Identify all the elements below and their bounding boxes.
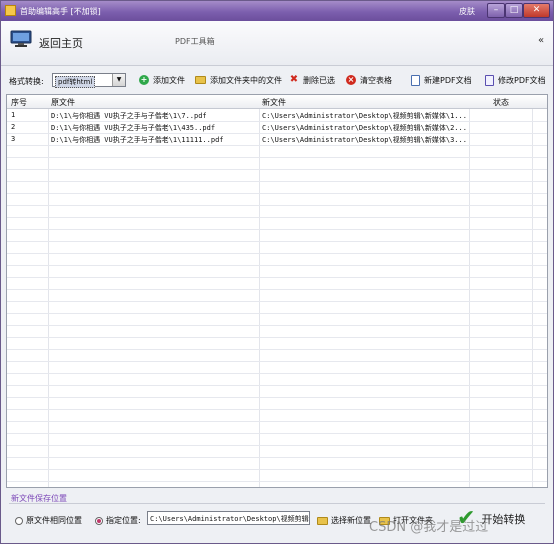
maximize-button[interactable]: □ (505, 3, 523, 18)
file-table[interactable]: 序号 原文件 新文件 状态 1 D:\1\与你相遇 VU执子之手与子偕老\1\7.… (6, 94, 548, 488)
folder-icon (195, 76, 206, 84)
column-header-no[interactable]: 序号 (11, 97, 27, 108)
home-button[interactable]: 返回主页 (39, 35, 83, 51)
column-header-status[interactable]: 状态 (493, 97, 509, 108)
cell-source: D:\1\与你相遇 VU执子之手与子偕老\1\7..pdf (51, 112, 207, 120)
column-header-source[interactable]: 原文件 (51, 97, 75, 108)
delete-selected-button[interactable]: ✖ 删除已选 (289, 74, 335, 86)
skin-button[interactable]: 皮肤 (459, 6, 475, 17)
save-location-panel: 新文件保存位置 原文件相同位置 指定位置: C:\Users\Administr… (1, 491, 553, 543)
toolbar: 格式转换: pdf转html ▼ + 添加文件 添加文件夹中的文件 ✖ 删除已选… (1, 69, 553, 91)
header-bar: 返回主页 PDF工具箱 « (1, 21, 553, 66)
new-pdf-button[interactable]: 新建PDF文档 (411, 74, 472, 86)
new-document-icon (411, 74, 420, 86)
empty-row[interactable] (7, 469, 547, 482)
same-as-source-label: 原文件相同位置 (26, 516, 82, 525)
cell-source: D:\1\与你相遇 VU执子之手与子偕老\1\11111..pdf (51, 136, 224, 144)
format-label: 格式转换: (9, 77, 44, 86)
folder-icon (317, 516, 328, 525)
watermark: CSDN @我才是过过 (369, 520, 489, 535)
column-header-destination[interactable]: 新文件 (262, 97, 286, 108)
add-file-label: 添加文件 (153, 75, 185, 85)
add-folder-files-button[interactable]: 添加文件夹中的文件 (195, 74, 282, 86)
tool-title: PDF工具箱 (175, 37, 215, 46)
edit-pdf-button[interactable]: 修改PDF文档 (485, 74, 546, 86)
dropdown-arrow-icon[interactable]: ▼ (112, 74, 125, 86)
cell-destination: C:\Users\Administrator\Desktop\视频剪辑\新媒体\… (262, 136, 467, 144)
add-file-button[interactable]: + 添加文件 (139, 74, 185, 86)
same-as-source-option[interactable]: 原文件相同位置 (15, 515, 82, 526)
plus-icon: + (139, 75, 149, 85)
choose-location-button[interactable]: 选择新位置 (317, 515, 371, 526)
radio-same-as-source[interactable] (15, 516, 23, 525)
cell-destination: C:\Users\Administrator\Desktop\视频剪辑\新媒体\… (262, 112, 467, 120)
save-path-input[interactable]: C:\Users\Administrator\Desktop\视频剪辑\新 (147, 511, 310, 525)
cell-no: 3 (11, 135, 16, 143)
window-title: 首助编辑高手 [不加锁] (20, 7, 101, 16)
radio-specified-location[interactable] (95, 516, 103, 525)
monitor-icon[interactable] (10, 30, 32, 48)
edit-document-icon (485, 74, 494, 86)
format-select[interactable]: pdf转html ▼ (52, 73, 126, 88)
clear-table-label: 清空表格 (360, 75, 392, 85)
cell-source: D:\1\与你相遇 VU执子之手与子偕老\1\435..pdf (51, 124, 216, 132)
close-button[interactable]: ✕ (523, 3, 550, 18)
add-folder-files-label: 添加文件夹中的文件 (210, 75, 282, 85)
specified-location-label: 指定位置: (106, 516, 141, 525)
format-value: pdf转html (55, 76, 96, 88)
choose-location-label: 选择新位置 (331, 516, 371, 525)
cell-no: 1 (11, 111, 16, 119)
cell-destination: C:\Users\Administrator\Desktop\视频剪辑\新媒体\… (262, 124, 467, 132)
clear-table-button[interactable]: × 清空表格 (346, 74, 392, 86)
table-header: 序号 原文件 新文件 状态 (7, 95, 547, 109)
delete-icon: ✖ (289, 74, 299, 85)
app-icon (5, 5, 16, 16)
new-pdf-label: 新建PDF文档 (424, 75, 472, 85)
delete-selected-label: 删除已选 (303, 75, 335, 85)
cell-no: 2 (11, 123, 16, 131)
collapse-icon[interactable]: « (538, 35, 544, 46)
edit-pdf-label: 修改PDF文档 (498, 75, 546, 85)
title-bar[interactable]: 首助编辑高手 [不加锁] 皮肤 – □ ✕ (1, 1, 553, 21)
specified-location-option[interactable]: 指定位置: (95, 515, 141, 526)
app-window: 首助编辑高手 [不加锁] 皮肤 – □ ✕ 返回主页 PDF工具箱 « 格式转换… (0, 0, 554, 544)
clear-icon: × (346, 75, 356, 85)
minimize-button[interactable]: – (487, 3, 505, 18)
